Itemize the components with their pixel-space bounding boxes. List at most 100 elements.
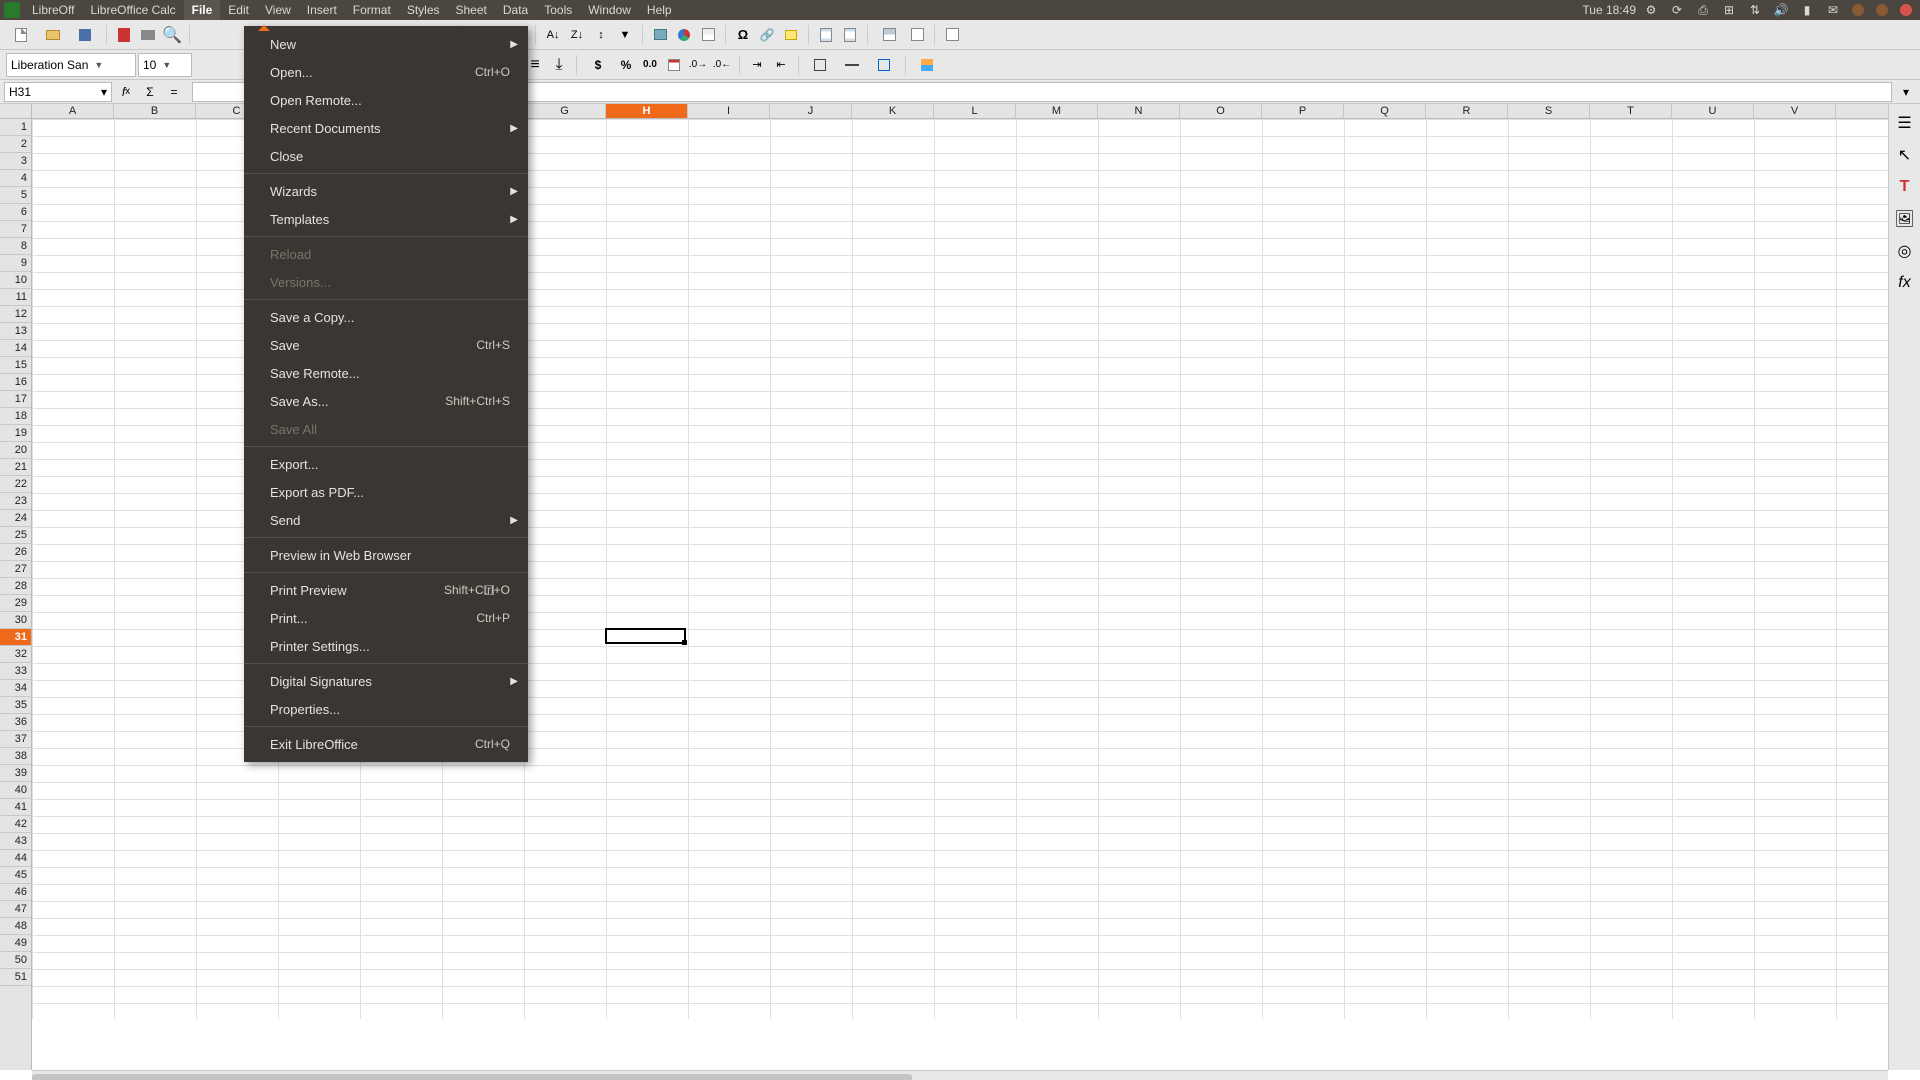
sum-button[interactable]: Σ: [140, 82, 160, 102]
row-header-13[interactable]: 13: [0, 323, 31, 340]
select-all-corner[interactable]: [0, 104, 32, 119]
decrease-indent-button[interactable]: ⇤: [770, 54, 792, 76]
file-menu-send[interactable]: Send▶: [244, 506, 528, 534]
sort-desc-button[interactable]: Z↓: [566, 24, 588, 46]
row-header-8[interactable]: 8: [0, 238, 31, 255]
row-header-43[interactable]: 43: [0, 833, 31, 850]
file-menu-print[interactable]: Print...Ctrl+P: [244, 604, 528, 632]
column-header-Q[interactable]: Q: [1344, 104, 1426, 118]
row-header-6[interactable]: 6: [0, 204, 31, 221]
row-header-50[interactable]: 50: [0, 952, 31, 969]
menu-tools[interactable]: Tools: [536, 0, 580, 20]
menu-sheet[interactable]: Sheet: [448, 0, 495, 20]
menu-window[interactable]: Window: [580, 0, 639, 20]
export-pdf-button[interactable]: [113, 24, 135, 46]
row-header-42[interactable]: 42: [0, 816, 31, 833]
file-menu-printer-settings[interactable]: Printer Settings...: [244, 632, 528, 660]
print-button[interactable]: [137, 24, 159, 46]
file-menu-digital-signatures[interactable]: Digital Signatures▶: [244, 667, 528, 695]
insert-chart-button[interactable]: [673, 24, 695, 46]
expand-formula-bar-button[interactable]: ▾: [1896, 82, 1916, 102]
insert-image-button[interactable]: [649, 24, 671, 46]
row-header-49[interactable]: 49: [0, 935, 31, 952]
percent-format-button[interactable]: %: [615, 54, 637, 76]
file-menu-wizards[interactable]: Wizards▶: [244, 177, 528, 205]
row-header-12[interactable]: 12: [0, 306, 31, 323]
row-header-45[interactable]: 45: [0, 867, 31, 884]
row-header-21[interactable]: 21: [0, 459, 31, 476]
row-header-47[interactable]: 47: [0, 901, 31, 918]
row-header-18[interactable]: 18: [0, 408, 31, 425]
settings-icon[interactable]: ⚙: [1644, 3, 1658, 17]
column-header-U[interactable]: U: [1672, 104, 1754, 118]
column-header-R[interactable]: R: [1426, 104, 1508, 118]
column-header-N[interactable]: N: [1098, 104, 1180, 118]
battery-icon[interactable]: ▮: [1800, 3, 1814, 17]
sort-button[interactable]: ↕: [590, 24, 612, 46]
font-size-combo[interactable]: 10 ▼: [138, 53, 192, 77]
row-header-28[interactable]: 28: [0, 578, 31, 595]
row-header-22[interactable]: 22: [0, 476, 31, 493]
column-header-S[interactable]: S: [1508, 104, 1590, 118]
show-draw-functions-button[interactable]: [941, 24, 963, 46]
window-minimize-icon[interactable]: [1852, 4, 1864, 16]
row-header-26[interactable]: 26: [0, 544, 31, 561]
freeze-panes-button[interactable]: [874, 24, 904, 46]
file-menu-save-a-copy[interactable]: Save a Copy...: [244, 303, 528, 331]
new-document-button[interactable]: [6, 24, 36, 46]
row-header-23[interactable]: 23: [0, 493, 31, 510]
number-format-button[interactable]: 0.0: [639, 54, 661, 76]
name-box[interactable]: H31 ▾: [4, 82, 112, 102]
row-header-4[interactable]: 4: [0, 170, 31, 187]
row-header-14[interactable]: 14: [0, 340, 31, 357]
menu-edit[interactable]: Edit: [220, 0, 257, 20]
file-menu-save-remote[interactable]: Save Remote...: [244, 359, 528, 387]
menu-data[interactable]: Data: [495, 0, 536, 20]
file-menu-recent-documents[interactable]: Recent Documents▶: [244, 114, 528, 142]
row-header-11[interactable]: 11: [0, 289, 31, 306]
column-header-K[interactable]: K: [852, 104, 934, 118]
menu-help[interactable]: Help: [639, 0, 680, 20]
insert-comment-button[interactable]: [780, 24, 802, 46]
row-header-30[interactable]: 30: [0, 612, 31, 629]
row-header-37[interactable]: 37: [0, 731, 31, 748]
row-header-7[interactable]: 7: [0, 221, 31, 238]
system-clock[interactable]: Tue 18:49: [1574, 0, 1644, 20]
insert-pivot-button[interactable]: [697, 24, 719, 46]
row-header-29[interactable]: 29: [0, 595, 31, 612]
row-header-44[interactable]: 44: [0, 850, 31, 867]
volume-icon[interactable]: 🔊: [1774, 3, 1788, 17]
printer-tray-icon[interactable]: ⎙: [1696, 3, 1710, 17]
row-header-2[interactable]: 2: [0, 136, 31, 153]
column-header-M[interactable]: M: [1016, 104, 1098, 118]
file-menu-close[interactable]: Close: [244, 142, 528, 170]
row-header-48[interactable]: 48: [0, 918, 31, 935]
column-header-B[interactable]: B: [114, 104, 196, 118]
file-menu-templates[interactable]: Templates▶: [244, 205, 528, 233]
sidebar-functions-icon[interactable]: fx: [1894, 272, 1916, 294]
column-header-L[interactable]: L: [934, 104, 1016, 118]
menu-view[interactable]: View: [257, 0, 299, 20]
currency-format-button[interactable]: $: [583, 54, 613, 76]
row-header-27[interactable]: 27: [0, 561, 31, 578]
row-header-31[interactable]: 31: [0, 629, 31, 646]
row-header-15[interactable]: 15: [0, 357, 31, 374]
add-decimal-button[interactable]: .0→: [687, 54, 709, 76]
open-button[interactable]: [38, 24, 68, 46]
border-color-button[interactable]: [869, 54, 899, 76]
function-wizard-button[interactable]: fx: [116, 82, 136, 102]
column-header-H[interactable]: H: [606, 104, 688, 118]
row-header-41[interactable]: 41: [0, 799, 31, 816]
row-header-17[interactable]: 17: [0, 391, 31, 408]
display-icon[interactable]: ⊞: [1722, 3, 1736, 17]
row-header-19[interactable]: 19: [0, 425, 31, 442]
define-print-area-button[interactable]: [839, 24, 861, 46]
column-header-J[interactable]: J: [770, 104, 852, 118]
file-menu-save-as[interactable]: Save As...Shift+Ctrl+S: [244, 387, 528, 415]
menu-format[interactable]: Format: [345, 0, 399, 20]
row-header-1[interactable]: 1: [0, 119, 31, 136]
row-headers[interactable]: 1234567891011121314151617181920212223242…: [0, 119, 32, 1070]
row-header-10[interactable]: 10: [0, 272, 31, 289]
sidebar-navigator-icon[interactable]: ◎: [1894, 240, 1916, 262]
app-name-long[interactable]: LibreOffice Calc: [82, 0, 183, 20]
